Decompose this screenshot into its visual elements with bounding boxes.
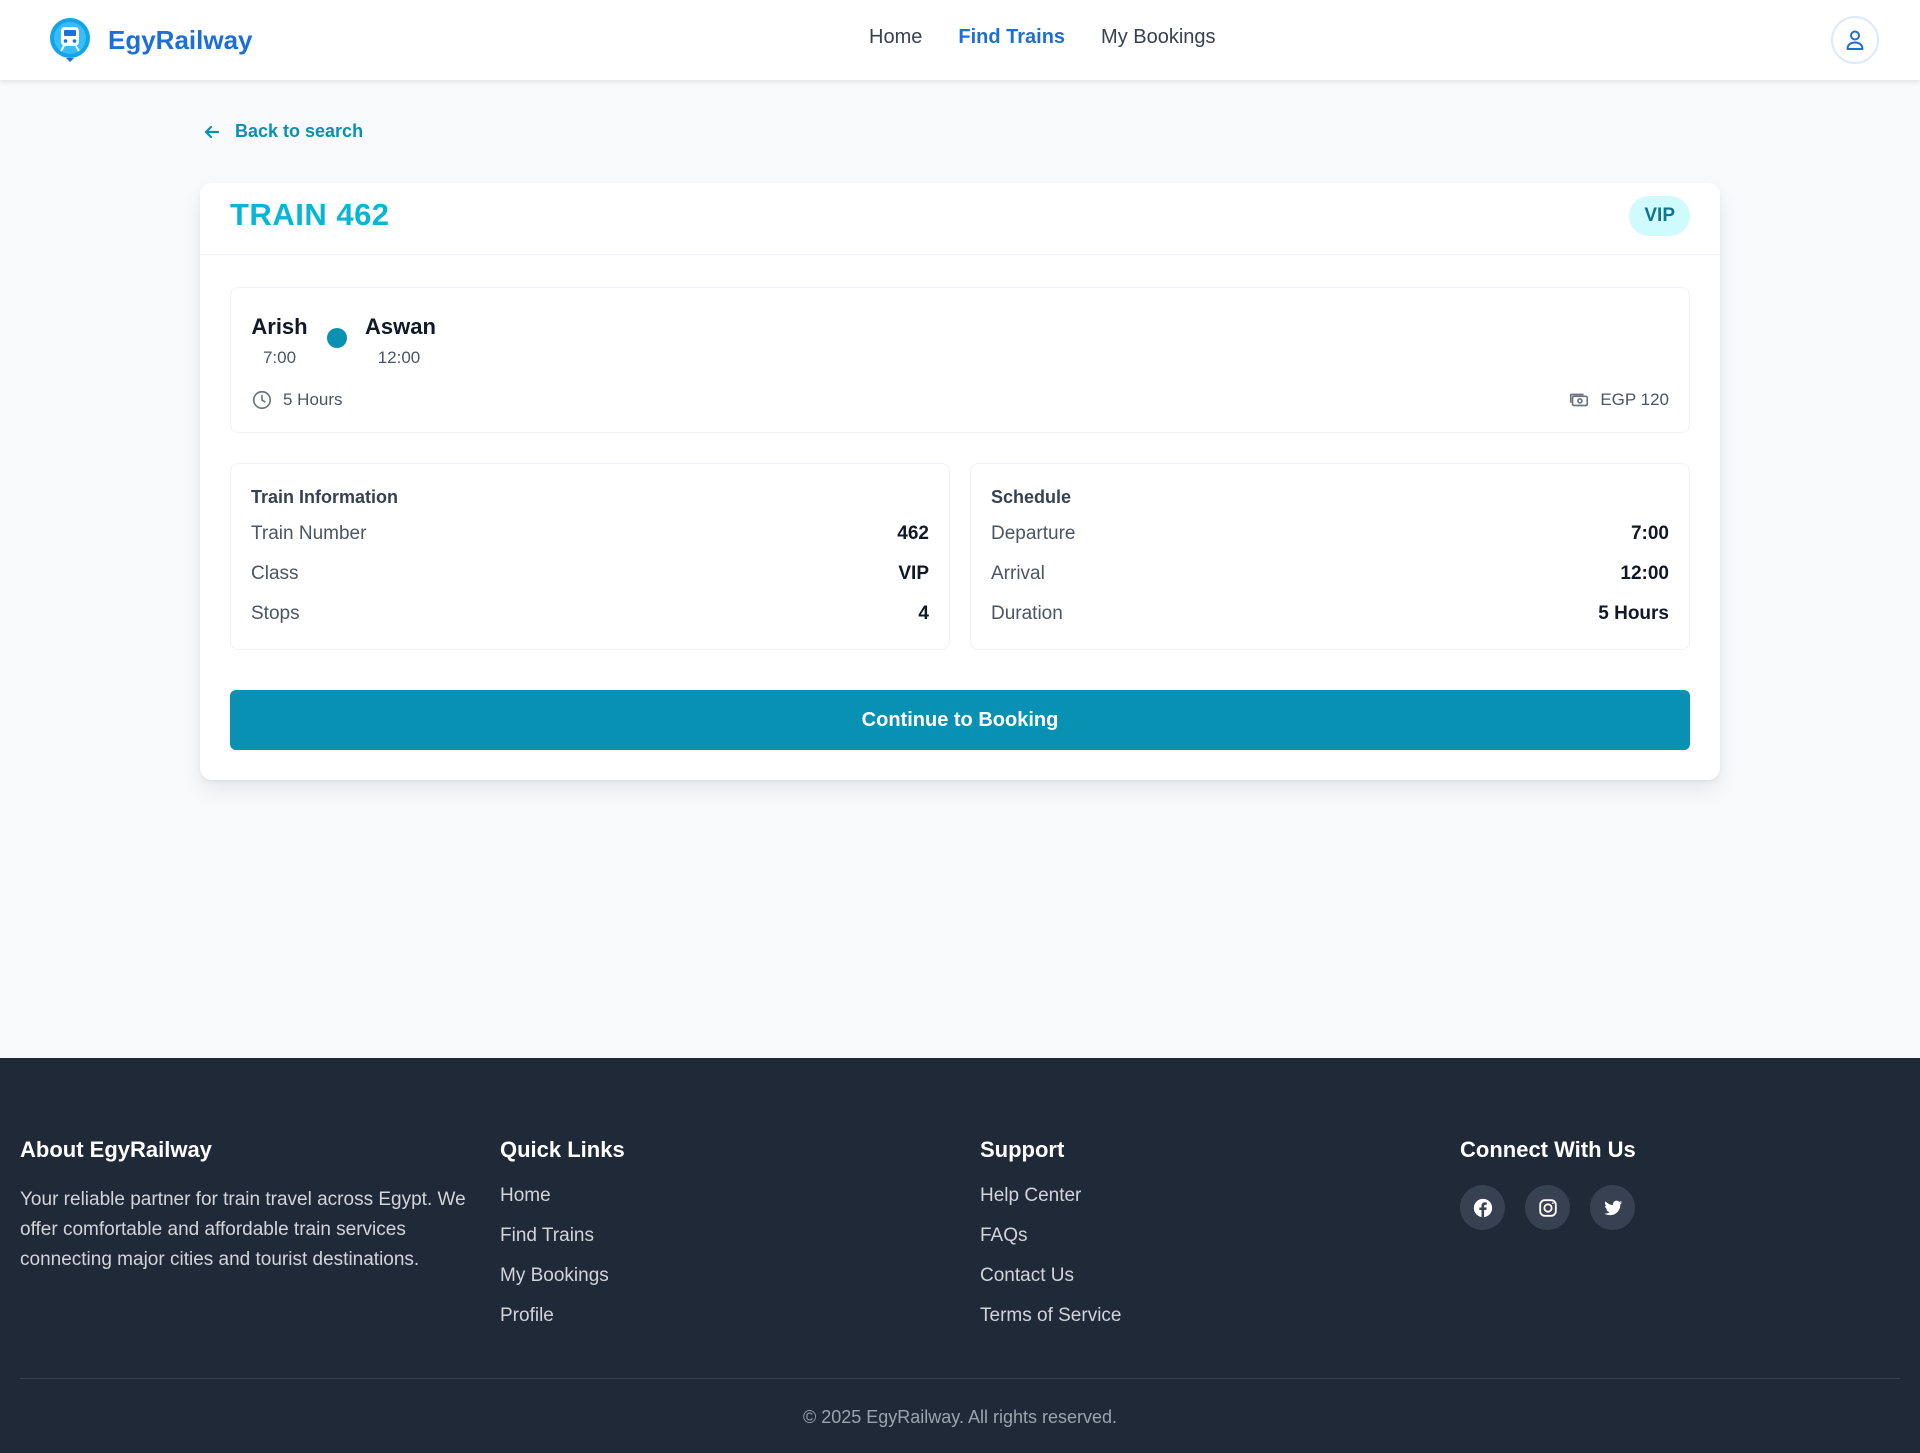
back-link-label: Back to search <box>235 121 364 141</box>
trip-duration: 5 Hours <box>251 389 343 411</box>
destination-time: 12:00 <box>377 348 421 367</box>
schedule-row-departure: Departure 7:00 <box>991 523 1669 545</box>
footer-link-my-bookings[interactable]: My Bookings <box>500 1265 609 1286</box>
origin-station: Arish 7:00 <box>251 314 308 368</box>
back-to-search-link[interactable]: Back to search <box>203 121 363 142</box>
footer-support-title: Support <box>980 1137 1065 1162</box>
destination-station: Aswan 12:00 <box>365 314 436 368</box>
schedule-value: 7:00 <box>1630 523 1669 544</box>
origin-name: Arish <box>251 314 308 339</box>
footer-link-profile[interactable]: Profile <box>500 1305 554 1326</box>
schedule-row-arrival: Arrival 12:00 <box>991 563 1669 585</box>
footer-about-text: Your reliable partner for train travel a… <box>20 1189 466 1270</box>
brand-link[interactable]: EgyRailway <box>48 18 253 62</box>
info-label: Train Number <box>251 523 367 544</box>
instagram-icon <box>1538 1198 1557 1217</box>
route-dot <box>327 328 347 348</box>
footer-about-title: About EgyRailway <box>20 1137 212 1162</box>
card-header: TRAIN 462 VIP <box>200 183 1720 255</box>
footer-support: Support Help Center FAQs Contact Us Term… <box>980 1137 1121 1345</box>
train-title: TRAIN 462 <box>230 197 390 232</box>
duration-text: 5 Hours <box>283 390 343 409</box>
info-row-train-number: Train Number 462 <box>251 523 929 545</box>
info-value: 462 <box>897 523 929 544</box>
schedule-label: Departure <box>991 523 1076 544</box>
origin-time: 7:00 <box>262 348 297 367</box>
footer-about: About EgyRailway Your reliable partner f… <box>20 1137 470 1275</box>
info-value: VIP <box>898 563 929 584</box>
footer-divider <box>20 1378 1900 1379</box>
cash-icon <box>1570 393 1589 407</box>
twitter-link[interactable] <box>1590 1185 1635 1230</box>
schedule-value: 12:00 <box>1620 563 1669 584</box>
schedule-panel: Schedule Departure 7:00 Arrival 12:00 Du… <box>970 463 1690 650</box>
footer-link-find-trains[interactable]: Find Trains <box>500 1225 594 1246</box>
class-badge: VIP <box>1629 196 1690 236</box>
info-row-class: Class VIP <box>251 563 929 585</box>
continue-to-booking-button[interactable]: Continue to Booking <box>230 690 1690 750</box>
route-summary: Arish 7:00 Aswan 12:00 5 Hours EGP 120 <box>230 287 1690 433</box>
info-value: 4 <box>918 603 929 624</box>
footer-quick-links-title: Quick Links <box>500 1137 625 1162</box>
copyright-text: © 2025 EgyRailway. All rights reserved. <box>802 1407 1118 1427</box>
facebook-icon <box>1473 1198 1492 1217</box>
footer-connect-title: Connect With Us <box>1460 1137 1636 1162</box>
clock-icon <box>252 390 272 410</box>
schedule-row-duration: Duration 5 Hours <box>991 603 1669 625</box>
top-navbar: EgyRailway Home Find Trains My Bookings <box>0 0 1920 80</box>
schedule-label: Arrival <box>991 563 1045 584</box>
ticket-price: EGP 120 <box>1568 389 1669 411</box>
schedule-title: Schedule <box>991 487 1072 507</box>
twitter-icon <box>1603 1200 1622 1215</box>
info-label: Class <box>251 563 299 584</box>
instagram-link[interactable] <box>1525 1185 1570 1230</box>
train-information-panel: Train Information Train Number 462 Class… <box>230 463 950 650</box>
footer-link-contact-us[interactable]: Contact Us <box>980 1265 1074 1286</box>
footer-link-faqs[interactable]: FAQs <box>980 1225 1028 1246</box>
destination-name: Aswan <box>365 314 436 339</box>
train-information-title: Train Information <box>251 487 399 507</box>
schedule-value: 5 Hours <box>1598 603 1669 624</box>
schedule-label: Duration <box>991 603 1063 624</box>
footer-connect: Connect With Us <box>1460 1137 1636 1230</box>
price-text: EGP 120 <box>1600 390 1669 409</box>
footer-link-home[interactable]: Home <box>500 1185 551 1206</box>
arrow-left-icon <box>204 125 220 138</box>
user-icon <box>1846 30 1864 50</box>
nav-home[interactable]: Home <box>869 26 922 49</box>
info-label: Stops <box>251 603 300 624</box>
brand-name: EgyRailway <box>108 24 253 55</box>
facebook-link[interactable] <box>1460 1185 1505 1230</box>
profile-button[interactable] <box>1831 16 1879 64</box>
train-detail-card: TRAIN 462 VIP Arish 7:00 Aswan 12:00 5 H… <box>200 183 1720 780</box>
main-nav: Home Find Trains My Bookings <box>869 26 1216 49</box>
footer-link-help-center[interactable]: Help Center <box>980 1185 1081 1206</box>
nav-find-trains[interactable]: Find Trains <box>958 26 1065 49</box>
footer-quick-links: Quick Links Home Find Trains My Bookings… <box>500 1137 625 1345</box>
train-logo-icon <box>50 18 90 62</box>
nav-my-bookings[interactable]: My Bookings <box>1101 26 1216 49</box>
info-row-stops: Stops 4 <box>251 603 929 625</box>
footer-link-terms[interactable]: Terms of Service <box>980 1305 1121 1326</box>
social-links <box>1460 1185 1636 1230</box>
site-footer: About EgyRailway Your reliable partner f… <box>0 1058 1920 1453</box>
